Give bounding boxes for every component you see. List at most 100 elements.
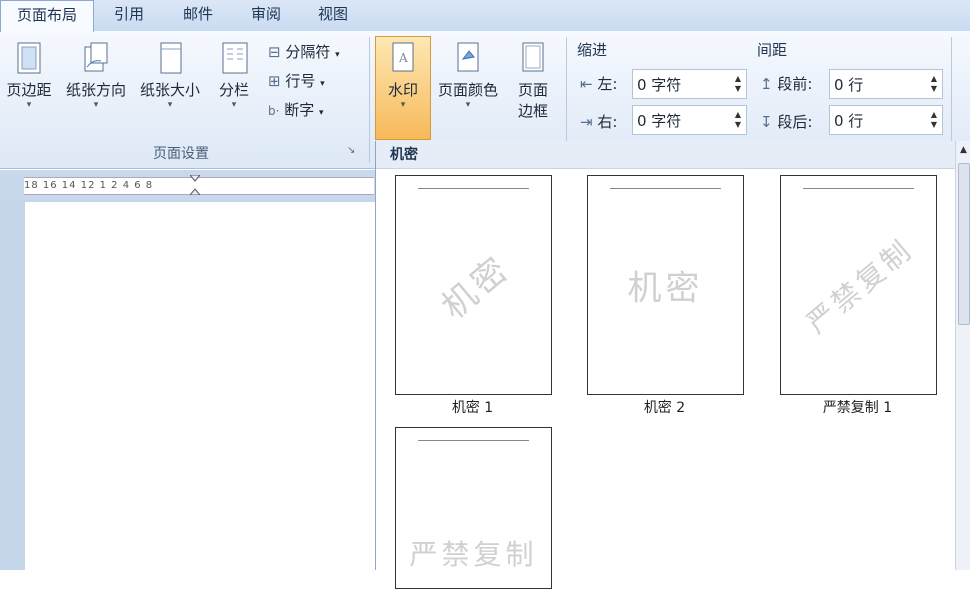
chevron-down-icon: ▾ — [26, 100, 32, 110]
watermark-option-caption: 严禁复制 1 — [822, 400, 893, 416]
indent-title: 缩进 — [577, 41, 608, 59]
document-area — [0, 200, 375, 570]
watermark-preview-text: 严禁复制 — [799, 232, 920, 340]
spacing-after-text: 段后: — [777, 113, 813, 131]
page-borders-label-1: 页面 — [517, 81, 548, 99]
line-numbers-label: 行号 — [285, 72, 316, 90]
watermark-option-caption: 机密 2 — [643, 400, 686, 416]
spacing-after-label: ↧ 段后: — [760, 111, 812, 132]
tab-page-layout[interactable]: 页面布局 — [0, 0, 94, 32]
chevron-down-icon: ▾ — [93, 100, 99, 110]
spacing-before-label: ↥ 段前: — [760, 73, 812, 94]
columns-label: 分栏 — [218, 81, 249, 99]
spinner-icon[interactable]: ▲ ▼ — [735, 110, 741, 130]
watermark-gallery: 机密 机密 机密 1 机密 机密 2 严禁复制 严禁复制 1 严禁复制 — [375, 141, 970, 589]
breaks-label: 分隔符 — [285, 43, 331, 61]
indent-left-label: ⇤ 左: — [580, 73, 617, 94]
watermark-option-4[interactable]: 严禁复制 — [395, 427, 552, 589]
chevron-down-icon: ▾ — [335, 50, 340, 60]
orientation-button[interactable]: 纸张方向 ▾ — [60, 41, 132, 110]
columns-icon — [222, 42, 248, 74]
header-line — [418, 188, 529, 189]
spacing-before-text: 段前: — [777, 75, 813, 93]
page-borders-label-2: 边框 — [517, 102, 548, 120]
size-label: 纸张大小 — [139, 81, 200, 99]
indent-marker-icon[interactable] — [188, 174, 202, 196]
columns-button[interactable]: 分栏 ▾ — [210, 41, 258, 110]
document-page[interactable] — [25, 202, 375, 570]
spinner-icon[interactable]: ▲ ▼ — [931, 110, 937, 130]
watermark-button[interactable]: A 水印 ▾ — [375, 41, 431, 110]
hyphenation-icon: b· — [268, 104, 280, 118]
line-numbers-button[interactable]: ⊞ 行号 ▾ — [268, 70, 325, 91]
watermark-preview-text: 机密 — [627, 268, 704, 309]
spacing-title: 间距 — [757, 41, 788, 59]
header-line — [418, 440, 529, 441]
watermark-option-3[interactable]: 严禁复制 — [780, 175, 937, 395]
horizontal-ruler: 18 16 14 12 1 2 4 6 8 — [0, 170, 375, 200]
orientation-label: 纸张方向 — [65, 81, 126, 99]
tab-view[interactable]: 视图 — [305, 0, 361, 31]
margins-button[interactable]: 页边距 ▾ — [2, 41, 56, 110]
indent-right-input[interactable]: 0 字符 ▲ ▼ — [632, 105, 747, 135]
margins-icon — [17, 42, 41, 74]
chevron-down-icon: ▾ — [320, 79, 325, 89]
breaks-button[interactable]: ⊟ 分隔符 ▾ — [268, 41, 340, 62]
chevron-down-icon: ▾ — [465, 100, 471, 110]
paper-size-icon — [160, 42, 182, 74]
watermark-option-1[interactable]: 机密 — [395, 175, 552, 395]
page-color-icon — [457, 42, 479, 72]
chevron-down-icon: ▾ — [319, 108, 324, 118]
indent-left-icon: ⇤ — [580, 75, 593, 93]
ribbon-tab-bar: 页面布局 引用 邮件 审阅 视图 — [0, 0, 970, 32]
dialog-launcher-icon[interactable]: ↘ — [347, 145, 355, 156]
watermark-icon: A — [392, 42, 414, 72]
chevron-down-icon: ▾ — [231, 100, 237, 110]
breaks-icon: ⊟ — [268, 43, 281, 61]
indent-left-input[interactable]: 0 字符 ▲ ▼ — [632, 69, 747, 99]
scrollbar-thumb[interactable] — [958, 163, 970, 325]
indent-left-value: 0 字符 — [637, 76, 682, 94]
group-separator — [369, 37, 370, 163]
orientation-icon — [84, 42, 108, 72]
indent-right-label: ⇥ 右: — [580, 111, 617, 132]
gallery-scrollbar[interactable]: ▲ — [955, 141, 970, 570]
svg-text:A: A — [398, 51, 408, 65]
scroll-up-icon[interactable]: ▲ — [956, 145, 970, 155]
header-line — [803, 188, 914, 189]
chevron-down-icon: ▾ — [167, 100, 173, 110]
hyphenation-button[interactable]: b· 断字 ▾ — [268, 99, 324, 120]
tab-review[interactable]: 审阅 — [238, 0, 294, 31]
tab-mailings[interactable]: 邮件 — [170, 0, 226, 31]
spacing-before-icon: ↥ — [760, 75, 773, 93]
indent-right-icon: ⇥ — [580, 113, 593, 131]
spacing-after-input[interactable]: 0 行 ▲ ▼ — [829, 105, 943, 135]
spacing-after-icon: ↧ — [760, 113, 773, 131]
tab-references[interactable]: 引用 — [104, 0, 154, 31]
page-borders-icon — [522, 42, 544, 72]
spinner-icon[interactable]: ▲ ▼ — [735, 74, 741, 94]
spacing-before-value: 0 行 — [834, 76, 864, 94]
size-button[interactable]: 纸张大小 ▾ — [134, 41, 206, 110]
watermark-label: 水印 — [387, 81, 418, 99]
gallery-section-header: 机密 — [376, 141, 956, 169]
spacing-before-input[interactable]: 0 行 ▲ ▼ — [829, 69, 943, 99]
page-color-button[interactable]: 页面颜色 ▾ — [432, 41, 504, 110]
indent-right-value: 0 字符 — [637, 112, 682, 130]
page-color-label: 页面颜色 — [437, 81, 498, 99]
indent-left-text: 左: — [597, 75, 618, 93]
header-line — [610, 188, 721, 189]
page-borders-button[interactable]: 页面 边框 — [508, 41, 558, 121]
watermark-option-2[interactable]: 机密 — [587, 175, 744, 395]
watermark-preview-text: 机密 — [433, 247, 518, 328]
hyphenation-label: 断字 — [284, 101, 315, 119]
page-setup-group-label: 页面设置 — [153, 146, 209, 162]
indent-right-text: 右: — [597, 113, 618, 131]
spinner-icon[interactable]: ▲ ▼ — [931, 74, 937, 94]
margins-label: 页边距 — [6, 81, 52, 99]
watermark-preview-text: 严禁复制 — [409, 537, 538, 571]
chevron-down-icon: ▾ — [400, 100, 406, 110]
spacing-after-value: 0 行 — [834, 112, 864, 130]
line-numbers-icon: ⊞ — [268, 72, 281, 90]
watermark-option-caption: 机密 1 — [451, 400, 494, 416]
